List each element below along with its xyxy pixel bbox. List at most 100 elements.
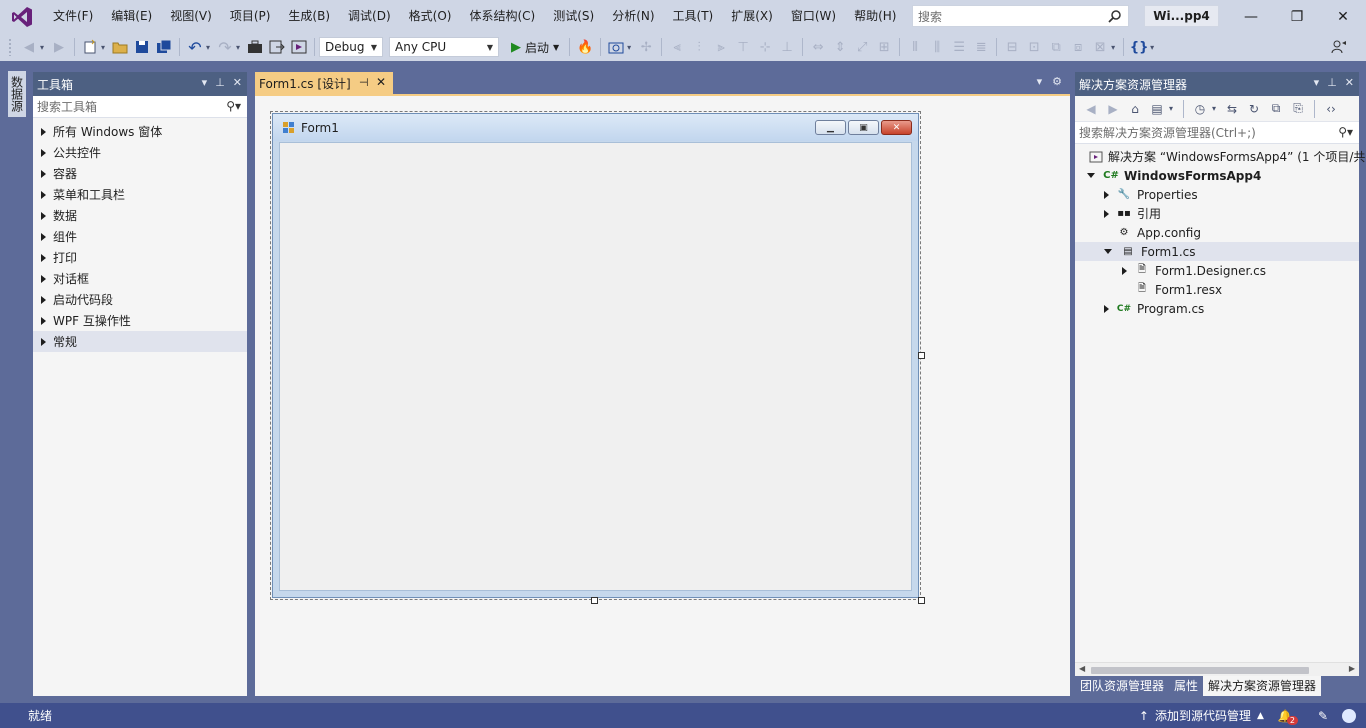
open-folder-icon[interactable] <box>109 36 131 58</box>
scrollbar-thumb[interactable] <box>1091 667 1309 674</box>
screenshot-icon[interactable] <box>605 36 627 58</box>
solution-name-badge[interactable]: Wi...pp4 <box>1144 5 1219 27</box>
save-all-icon[interactable] <box>153 36 175 58</box>
toolbox-category-menus-toolbars[interactable]: 菜单和工具栏 <box>33 184 247 205</box>
gear-icon[interactable]: ⚙ <box>1052 75 1062 88</box>
tab-team-explorer[interactable]: 团队资源管理器 <box>1075 676 1169 696</box>
resize-handle-corner[interactable] <box>918 597 925 604</box>
show-all-files-icon[interactable]: ⎘ <box>1288 99 1308 119</box>
send-to-back-icon[interactable]: ⧈ <box>1067 36 1089 58</box>
horizontal-spacing-increase-icon[interactable]: ⫼ <box>926 36 948 58</box>
undo-dropdown-icon[interactable]: ▾ <box>206 43 214 52</box>
global-search-input[interactable]: 搜索 <box>912 5 1129 27</box>
menu-window[interactable]: 窗口(W) <box>782 0 845 33</box>
pin-tab-icon[interactable]: ⊣ <box>359 76 369 89</box>
menu-file[interactable]: 文件(F) <box>44 0 102 33</box>
align-tops-icon[interactable]: ⊤ <box>732 36 754 58</box>
tab-properties[interactable]: 属性 <box>1169 676 1203 696</box>
tree-form1-resx-node[interactable]: 🗎 Form1.resx <box>1075 280 1359 299</box>
switch-views-icon[interactable]: ▤ <box>1147 99 1167 119</box>
menu-project[interactable]: 项目(P) <box>221 0 280 33</box>
toolbox-category-dialogs[interactable]: 对话框 <box>33 268 247 289</box>
center-horizontally-icon[interactable]: ⊟ <box>1001 36 1023 58</box>
resize-handle-bottom[interactable] <box>591 597 598 604</box>
new-project-dropdown-icon[interactable]: ▾ <box>101 43 109 52</box>
window-position-dropdown-icon[interactable]: ▾ <box>1314 76 1320 89</box>
layout-dropdown-icon[interactable]: ▾ <box>1111 43 1119 52</box>
solution-platform-select[interactable]: Any CPU ▼ <box>389 37 499 57</box>
make-same-size-icon[interactable]: ⤢ <box>851 36 873 58</box>
expand-arrow-icon[interactable] <box>1104 304 1109 313</box>
view-code-icon[interactable]: ‹› <box>1321 99 1341 119</box>
hot-reload-icon[interactable]: 🔥 <box>574 36 596 58</box>
solution-configuration-select[interactable]: Debug ▼ <box>319 37 383 57</box>
pin-icon[interactable]: ⊥ <box>215 76 225 89</box>
redo-icon[interactable]: ↷ <box>214 36 236 58</box>
toolbox-category-printing[interactable]: 打印 <box>33 247 247 268</box>
menu-build[interactable]: 生成(B) <box>279 0 339 33</box>
close-icon[interactable]: ✕ <box>233 76 242 89</box>
solution-search-input[interactable]: 搜索解决方案资源管理器(Ctrl+;) ⚲▾ <box>1075 122 1359 144</box>
navigate-back-dropdown-icon[interactable]: ▾ <box>40 43 48 52</box>
save-icon[interactable] <box>131 36 153 58</box>
align-rights-icon[interactable]: ⫸ <box>710 36 732 58</box>
vertical-spacing-equal-icon[interactable]: ☰ <box>948 36 970 58</box>
menu-format[interactable]: 格式(O) <box>400 0 461 33</box>
tree-program-node[interactable]: C# Program.cs <box>1075 299 1359 318</box>
start-debugging-button[interactable]: ▶ 启动 ▼ <box>505 39 565 56</box>
menu-help[interactable]: 帮助(H) <box>845 0 905 33</box>
toolbox-category-containers[interactable]: 容器 <box>33 163 247 184</box>
restore-button[interactable]: ❐ <box>1274 0 1320 33</box>
menu-analyze[interactable]: 分析(N) <box>603 0 663 33</box>
scroll-left-icon[interactable]: ◀ <box>1079 664 1085 673</box>
tree-form1-node[interactable]: ▤ Form1.cs <box>1075 242 1359 261</box>
menu-edit[interactable]: 编辑(E) <box>102 0 161 33</box>
window-position-dropdown-icon[interactable]: ▾ <box>202 76 208 89</box>
toolbar-grip[interactable] <box>8 38 12 56</box>
tab-form1-design[interactable]: Form1.cs [设计] ⊣ ✕ <box>255 72 393 94</box>
designer-surface[interactable]: Form1 ▁ ▣ ✕ <box>255 94 1070 696</box>
new-project-icon[interactable] <box>79 36 101 58</box>
toolbox-search-input[interactable]: 搜索工具箱 ⚲▾ <box>33 96 247 118</box>
feedback-icon[interactable]: ✎ <box>1318 709 1328 723</box>
expand-arrow-icon[interactable] <box>1104 209 1109 218</box>
tree-app-config-node[interactable]: ⚙ App.config <box>1075 223 1359 242</box>
center-vertically-icon[interactable]: ⊡ <box>1023 36 1045 58</box>
scroll-right-icon[interactable]: ▶ <box>1349 664 1355 673</box>
data-sources-tab[interactable]: 数据源 <box>8 71 26 117</box>
designer-form[interactable]: Form1 ▁ ▣ ✕ <box>272 113 919 598</box>
pin-icon[interactable]: ⊥ <box>1327 76 1337 89</box>
tree-project-node[interactable]: C# WindowsFormsApp4 <box>1075 166 1359 185</box>
menu-test[interactable]: 测试(S) <box>544 0 603 33</box>
redo-dropdown-icon[interactable]: ▾ <box>236 43 244 52</box>
form-title-bar[interactable]: Form1 ▁ ▣ ✕ <box>273 114 918 141</box>
navigate-back-icon[interactable]: ◀ <box>18 36 40 58</box>
size-to-grid-icon[interactable]: ⊞ <box>873 36 895 58</box>
align-middles-icon[interactable]: ⊹ <box>754 36 776 58</box>
toolbar-options-icon[interactable]: ▾ <box>1150 43 1158 52</box>
align-bottoms-icon[interactable]: ⊥ <box>776 36 798 58</box>
home-icon[interactable]: ⌂ <box>1125 99 1145 119</box>
toolbox-icon[interactable] <box>244 36 266 58</box>
form-client-area[interactable] <box>279 142 912 591</box>
toolbox-category-general[interactable]: 常规 <box>33 331 247 352</box>
view-code-icon[interactable]: {} <box>1128 36 1150 58</box>
tab-order-icon[interactable]: ⊠ <box>1089 36 1111 58</box>
close-tab-icon[interactable]: ✕ <box>376 75 386 89</box>
switch-views-dropdown-icon[interactable]: ▾ <box>1169 104 1177 113</box>
bring-to-front-icon[interactable]: ⧉ <box>1045 36 1067 58</box>
back-icon[interactable]: ◀ <box>1081 99 1101 119</box>
vs-project-icon[interactable] <box>288 36 310 58</box>
screenshot-dropdown-icon[interactable]: ▾ <box>627 43 635 52</box>
live-share-icon[interactable] <box>1328 36 1350 58</box>
pending-changes-filter-icon[interactable]: ◷ <box>1190 99 1210 119</box>
form-selection-frame[interactable]: Form1 ▁ ▣ ✕ <box>270 111 925 604</box>
tree-references-node[interactable]: ▪▪ 引用 <box>1075 204 1359 223</box>
tree-solution-node[interactable]: 解决方案 “WindowsFormsApp4” (1 个项目/共 1 个) <box>1075 147 1366 166</box>
align-lefts-icon[interactable]: ⫷ <box>666 36 688 58</box>
expand-arrow-icon[interactable] <box>1122 266 1127 275</box>
align-to-grid-icon[interactable]: ✢ <box>635 36 657 58</box>
horizontal-spacing-equal-icon[interactable]: ⦀ <box>904 36 926 58</box>
refresh-icon[interactable]: ↻ <box>1244 99 1264 119</box>
collapse-arrow-icon[interactable] <box>1104 249 1112 254</box>
